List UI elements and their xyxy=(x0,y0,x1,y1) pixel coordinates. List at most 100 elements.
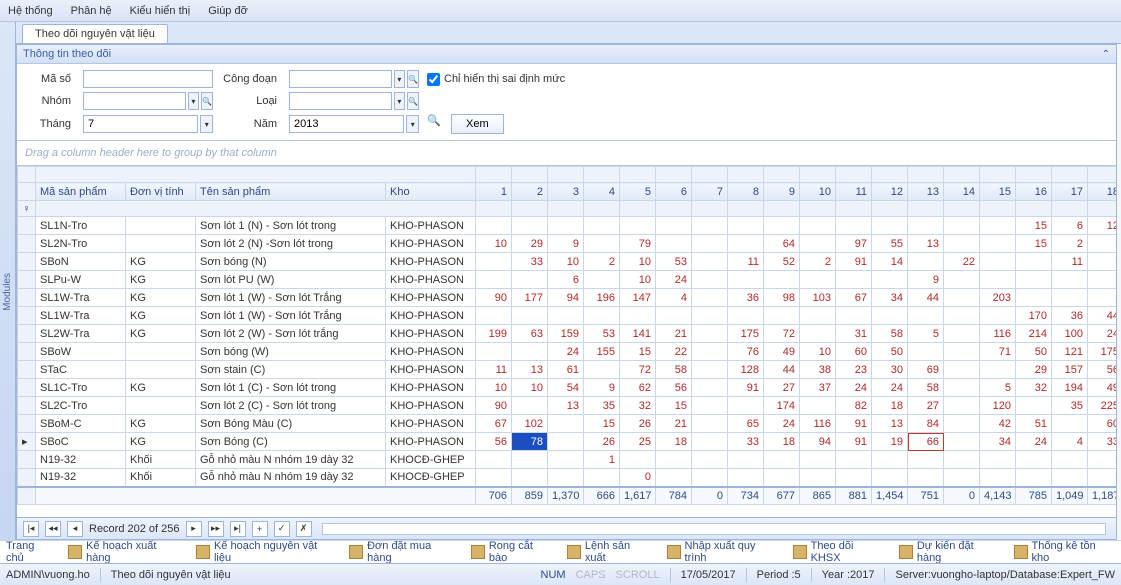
cell-day[interactable]: 97 xyxy=(836,235,872,253)
cell-day[interactable] xyxy=(728,451,764,469)
cell-day[interactable]: 2 xyxy=(1052,235,1088,253)
cell-day[interactable] xyxy=(1052,415,1088,433)
chk-sai-dinh-muc[interactable] xyxy=(427,73,440,86)
cell-day[interactable]: 35 xyxy=(1052,397,1088,415)
cell-day[interactable] xyxy=(1088,235,1117,253)
cell-day[interactable]: 121 xyxy=(1052,343,1088,361)
table-row[interactable]: SL1W-TraKGSơn lót 1 (W) - Sơn lót TrắngK… xyxy=(18,307,1117,325)
cell-day[interactable] xyxy=(944,325,980,343)
cell-day[interactable] xyxy=(908,307,944,325)
cell-day[interactable]: 44 xyxy=(1088,307,1117,325)
cell-day[interactable] xyxy=(692,361,728,379)
cell-day[interactable]: 174 xyxy=(764,397,800,415)
cell-day[interactable] xyxy=(1016,469,1052,487)
cell-day[interactable]: 24 xyxy=(548,343,584,361)
cell-day[interactable] xyxy=(692,325,728,343)
cell-day[interactable] xyxy=(944,451,980,469)
cell-day[interactable] xyxy=(584,217,620,235)
cell-day[interactable] xyxy=(728,235,764,253)
table-row[interactable]: SBoNKGSơn bóng (N)KHO-PHASON331021053115… xyxy=(18,253,1117,271)
cell-day[interactable] xyxy=(512,307,548,325)
cell-day[interactable]: 116 xyxy=(980,325,1016,343)
cell-day[interactable]: 10 xyxy=(800,343,836,361)
cell-day[interactable] xyxy=(692,289,728,307)
task-item[interactable]: Trang chủ xyxy=(6,540,54,564)
cell-day[interactable]: 91 xyxy=(836,433,872,451)
cell-day[interactable] xyxy=(512,469,548,487)
cell-day[interactable] xyxy=(548,217,584,235)
col-day[interactable]: 10 xyxy=(800,183,836,201)
task-item[interactable]: Kế hoạch nguyên vật liệu xyxy=(196,540,335,564)
col-kho[interactable]: Kho xyxy=(386,183,476,201)
cell-day[interactable] xyxy=(836,307,872,325)
cell-day[interactable] xyxy=(944,397,980,415)
cell-day[interactable]: 26 xyxy=(620,415,656,433)
cell-day[interactable] xyxy=(656,451,692,469)
cell-day[interactable]: 214 xyxy=(1016,325,1052,343)
cell-day[interactable] xyxy=(944,343,980,361)
cell-day[interactable] xyxy=(620,451,656,469)
cell-day[interactable] xyxy=(1088,289,1117,307)
cell-day[interactable]: 9 xyxy=(908,271,944,289)
cell-day[interactable]: 22 xyxy=(944,253,980,271)
cell-day[interactable] xyxy=(908,469,944,487)
loai-input[interactable] xyxy=(289,92,392,110)
cell-day[interactable] xyxy=(908,343,944,361)
cell-day[interactable] xyxy=(656,235,692,253)
cell-day[interactable] xyxy=(476,217,512,235)
table-row[interactable]: SBoM-CKGSơn Bóng Màu (C)KHO-PHASON671021… xyxy=(18,415,1117,433)
task-item[interactable]: Nhập xuất quy trình xyxy=(667,540,779,564)
search-icon[interactable]: 🔍 xyxy=(407,92,419,110)
nav-cancel-icon[interactable]: ✗ xyxy=(296,521,312,537)
cell-day[interactable]: 84 xyxy=(908,415,944,433)
nav-nextpage-icon[interactable]: ▸▸ xyxy=(208,521,224,537)
cell-day[interactable]: 60 xyxy=(836,343,872,361)
cell-day[interactable] xyxy=(476,469,512,487)
hscrollbar[interactable] xyxy=(322,523,1106,535)
cell-day[interactable]: 32 xyxy=(620,397,656,415)
chevron-down-icon[interactable]: ▾ xyxy=(394,70,405,88)
cell-day[interactable]: 66 xyxy=(908,433,944,451)
cell-day[interactable] xyxy=(548,415,584,433)
cell-day[interactable]: 18 xyxy=(656,433,692,451)
cell-day[interactable]: 9 xyxy=(584,379,620,397)
cell-day[interactable]: 60 xyxy=(1088,415,1117,433)
cell-day[interactable] xyxy=(944,307,980,325)
cell-day[interactable]: 15 xyxy=(656,397,692,415)
cell-day[interactable]: 24 xyxy=(872,379,908,397)
nav-add-icon[interactable]: + xyxy=(252,521,268,537)
cell-day[interactable]: 9 xyxy=(548,235,584,253)
search-icon[interactable]: 🔍 xyxy=(427,114,447,134)
cell-day[interactable]: 159 xyxy=(548,325,584,343)
task-item[interactable]: Đơn đặt mua hàng xyxy=(349,540,457,564)
cell-day[interactable]: 91 xyxy=(728,379,764,397)
cell-day[interactable] xyxy=(692,253,728,271)
cell-day[interactable] xyxy=(980,451,1016,469)
cell-day[interactable] xyxy=(800,217,836,235)
cell-day[interactable] xyxy=(692,451,728,469)
cell-day[interactable] xyxy=(1016,253,1052,271)
cell-day[interactable] xyxy=(764,469,800,487)
cell-day[interactable]: 11 xyxy=(476,361,512,379)
cell-day[interactable]: 90 xyxy=(476,289,512,307)
cell-day[interactable] xyxy=(728,271,764,289)
cell-day[interactable] xyxy=(1088,271,1117,289)
table-row[interactable]: SL2W-TraKGSơn lót 2 (W) - Sơn lót trắngK… xyxy=(18,325,1117,343)
cell-day[interactable] xyxy=(1052,271,1088,289)
table-row[interactable]: SL1C-TroKGSơn lót 1 (C) - Sơn lót trongK… xyxy=(18,379,1117,397)
cell-day[interactable] xyxy=(692,235,728,253)
cell-day[interactable] xyxy=(692,469,728,487)
cell-day[interactable]: 44 xyxy=(764,361,800,379)
nhom-input[interactable] xyxy=(83,92,186,110)
cell-day[interactable]: 13 xyxy=(512,361,548,379)
col-day[interactable]: 2 xyxy=(512,183,548,201)
search-icon[interactable]: 🔍 xyxy=(201,92,213,110)
cell-day[interactable]: 10 xyxy=(620,271,656,289)
cell-day[interactable]: 79 xyxy=(620,235,656,253)
cell-day[interactable] xyxy=(476,307,512,325)
col-day[interactable]: 17 xyxy=(1052,183,1088,201)
cell-day[interactable]: 52 xyxy=(764,253,800,271)
cell-day[interactable]: 18 xyxy=(764,433,800,451)
table-row[interactable]: N19-32KhốiGỗ nhỏ màu N nhóm 19 dày 32KHO… xyxy=(18,469,1117,487)
cell-day[interactable] xyxy=(980,469,1016,487)
